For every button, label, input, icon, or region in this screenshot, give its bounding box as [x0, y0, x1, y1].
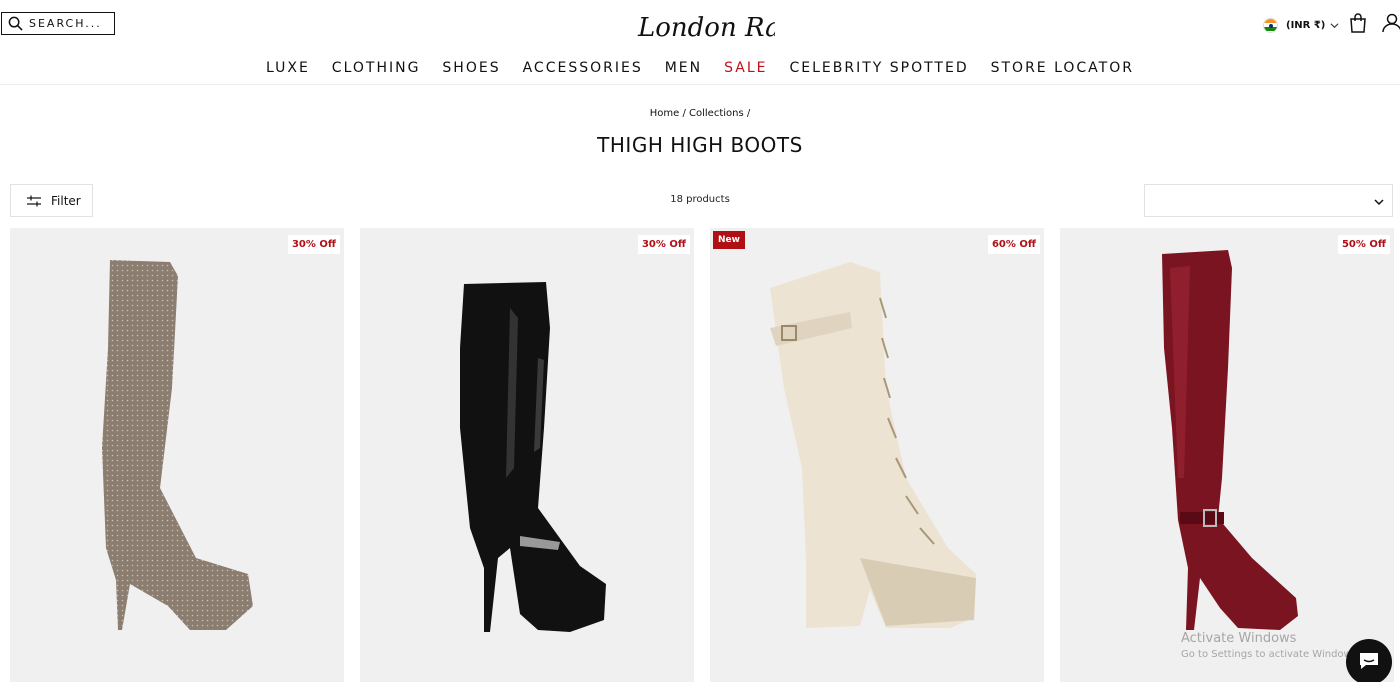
search-placeholder: SEARCH... [29, 17, 102, 30]
filter-sliders-icon [27, 195, 41, 206]
product-card[interactable]: New 60% Off [710, 228, 1044, 682]
breadcrumb-collections[interactable]: Collections [689, 108, 744, 119]
breadcrumb-home[interactable]: Home [650, 108, 680, 119]
filter-button[interactable]: Filter [10, 184, 93, 217]
chat-bubble-icon [1360, 653, 1378, 669]
product-card[interactable]: 30% Off [360, 228, 694, 682]
nav-item-accessories[interactable]: ACCESSORIES [523, 60, 643, 80]
chevron-down-icon [1330, 22, 1339, 28]
nav-item-men[interactable]: MEN [665, 60, 702, 80]
product-card[interactable]: 50% Off [1060, 228, 1394, 682]
discount-badge: 30% Off [637, 235, 690, 254]
product-card[interactable]: 30% Off [10, 228, 344, 682]
chevron-down-icon [1374, 199, 1384, 206]
boot-product-image [1162, 250, 1298, 630]
site-header: SEARCH... London Rag (INR ₹) LUXE CLOTHI… [0, 0, 1400, 85]
breadcrumb-separator: / [746, 108, 751, 119]
breadcrumb: Home / Collections / [0, 108, 1400, 119]
user-icon[interactable] [1379, 13, 1400, 33]
search-input[interactable]: SEARCH... [1, 12, 115, 35]
nav-item-celebrity-spotted[interactable]: CELEBRITY SPOTTED [789, 60, 968, 80]
nav-item-luxe[interactable]: LUXE [266, 60, 310, 80]
shopping-bag-icon[interactable] [1349, 13, 1367, 33]
filter-label: Filter [51, 193, 81, 208]
discount-badge: 60% Off [987, 235, 1040, 254]
currency-label: (INR ₹) [1286, 19, 1326, 31]
discount-badge: 30% Off [287, 235, 340, 254]
new-badge: New [713, 231, 745, 249]
breadcrumb-separator: / [682, 108, 686, 119]
site-logo[interactable]: London Rag [630, 4, 797, 52]
boot-product-image [460, 282, 606, 632]
nav-item-store-locator[interactable]: STORE LOCATOR [991, 60, 1134, 80]
india-flag-icon [1263, 17, 1278, 33]
discount-badge: 50% Off [1337, 235, 1390, 254]
sort-select[interactable] [1144, 184, 1393, 217]
logo-text: London Rag [637, 13, 775, 43]
currency-selector[interactable]: (INR ₹) [1263, 15, 1339, 35]
boot-product-image [102, 260, 253, 630]
main-nav: LUXE CLOTHING SHOES ACCESSORIES MEN SALE… [0, 60, 1400, 80]
page-title: THIGH HIGH BOOTS [597, 133, 803, 157]
chat-button[interactable] [1346, 639, 1392, 682]
nav-item-sale[interactable]: SALE [724, 60, 767, 80]
nav-item-clothing[interactable]: CLOTHING [332, 60, 421, 80]
boot-product-image [770, 262, 976, 628]
search-icon [8, 16, 23, 31]
nav-item-shoes[interactable]: SHOES [442, 60, 500, 80]
